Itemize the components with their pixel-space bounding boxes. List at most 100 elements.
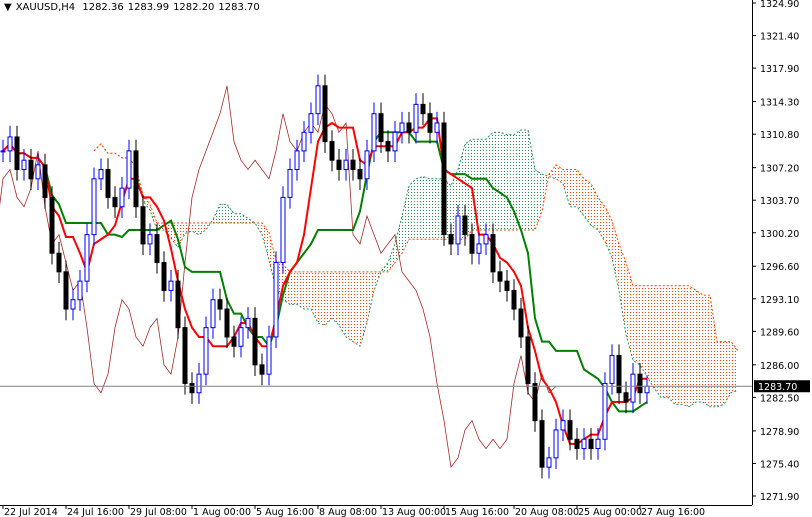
candle-body: [70, 299, 76, 310]
cloud-segment: [304, 271, 311, 310]
candle-body: [77, 280, 83, 301]
cloud-segment: [192, 222, 199, 235]
x-tick-label: 24 Jul 16:00: [67, 507, 124, 517]
candle-body: [287, 169, 293, 198]
y-tick-label: 1324.90: [760, 0, 799, 10]
cloud-segment: [717, 341, 724, 407]
candle-body: [273, 262, 279, 338]
x-tick-label: 15 Aug 16:00: [445, 507, 509, 517]
candle-body: [98, 169, 104, 180]
candle-body: [252, 317, 258, 366]
y-tick-label: 1289.60: [760, 327, 799, 338]
candle-body: [168, 280, 174, 291]
cloud-segment: [409, 178, 416, 240]
cloud-segment: [353, 271, 360, 347]
candle-body: [469, 234, 475, 254]
candle-body: [630, 373, 636, 403]
cloud-segment: [318, 271, 325, 326]
candle-body: [7, 136, 13, 152]
cloud-segment: [640, 285, 647, 377]
candle-body: [483, 234, 489, 245]
candle-body: [308, 113, 314, 133]
candle-body: [441, 122, 447, 236]
candle-body: [448, 234, 454, 245]
y-tick-label: 1314.30: [760, 98, 799, 109]
candle-body: [189, 382, 195, 394]
candle-body: [294, 150, 300, 171]
cloud-segment: [101, 143, 108, 154]
cloud-segment: [234, 213, 241, 223]
candle-body: [301, 131, 307, 152]
cloud-segment: [577, 169, 584, 217]
current-price-label: 1283.70: [754, 380, 810, 393]
cloud-segment: [493, 132, 500, 230]
x-tick-label: 29 Jul 08:00: [130, 507, 187, 517]
cloud-segment: [633, 285, 640, 365]
candle-body: [112, 196, 118, 208]
cloud-segment: [591, 183, 598, 230]
candle-body: [644, 385, 650, 394]
candle-body: [385, 141, 391, 152]
candle-body: [322, 85, 328, 143]
candle-body: [49, 196, 55, 254]
candle-body: [623, 392, 629, 403]
candle-body: [343, 159, 349, 171]
candle-body: [595, 438, 601, 450]
candle-body: [525, 336, 531, 384]
candle-body: [490, 234, 496, 273]
y-tick-label: 1300.20: [760, 229, 799, 240]
cloud-segment: [311, 271, 318, 323]
candle-body: [336, 159, 342, 171]
y-tick-label: 1293.10: [760, 295, 799, 306]
candle-body: [504, 280, 510, 291]
candle-body: [567, 420, 573, 440]
y-tick-label: 1321.40: [760, 32, 799, 43]
candle-body: [434, 122, 440, 133]
candle-body: [609, 355, 615, 384]
svg-text:1283.70: 1283.70: [758, 382, 797, 393]
candle-body: [35, 164, 41, 180]
cloud-segment: [570, 169, 577, 207]
cloud-segment: [703, 295, 710, 407]
candle-body: [91, 178, 97, 236]
candle-body: [539, 420, 545, 468]
cloud-segment: [647, 285, 654, 389]
candle-body: [63, 271, 69, 310]
cloud-segment: [297, 271, 304, 310]
y-tick-label: 1310.80: [760, 130, 799, 141]
cloud-segment: [290, 271, 297, 305]
cloud-segment: [507, 134, 514, 230]
x-tick-label: 1 Aug 00:00: [193, 507, 251, 517]
candle-body: [21, 159, 27, 171]
candle-body: [203, 327, 209, 375]
cloud-segment: [724, 341, 731, 405]
cloud-segment: [416, 176, 423, 240]
x-tick-label: 20 Aug 08:00: [515, 507, 579, 517]
x-tick-label: 13 Aug 00:00: [382, 507, 446, 517]
candle-body: [196, 373, 202, 394]
cloud-segment: [584, 178, 591, 226]
cloud-segment: [661, 285, 668, 398]
candle-body: [637, 373, 643, 394]
y-tick-label: 1271.90: [760, 492, 799, 503]
candle-body: [329, 141, 335, 161]
cloud-segment: [325, 271, 332, 326]
candle-body: [266, 336, 272, 375]
ichimoku-cloud: [94, 129, 738, 407]
cloud-segment: [423, 176, 430, 240]
candle-body: [406, 122, 412, 133]
candle-body: [231, 336, 237, 347]
cloud-segment: [619, 243, 626, 335]
candle-body: [175, 280, 181, 329]
candle-body: [154, 234, 160, 264]
candle-body: [420, 103, 426, 115]
cloud-segment: [241, 213, 248, 223]
candle-body: [245, 317, 251, 329]
candle-body: [133, 150, 139, 208]
candle-body: [455, 215, 461, 245]
cloud-segment: [710, 295, 717, 407]
cloud-segment: [430, 178, 437, 240]
price-chart[interactable]: 1324.90 1321.40 1317.90 1314.30 1310.80 1307.…: [0, 0, 812, 517]
y-tick-label: 1303.70: [760, 196, 799, 207]
cloud-segment: [479, 139, 486, 230]
